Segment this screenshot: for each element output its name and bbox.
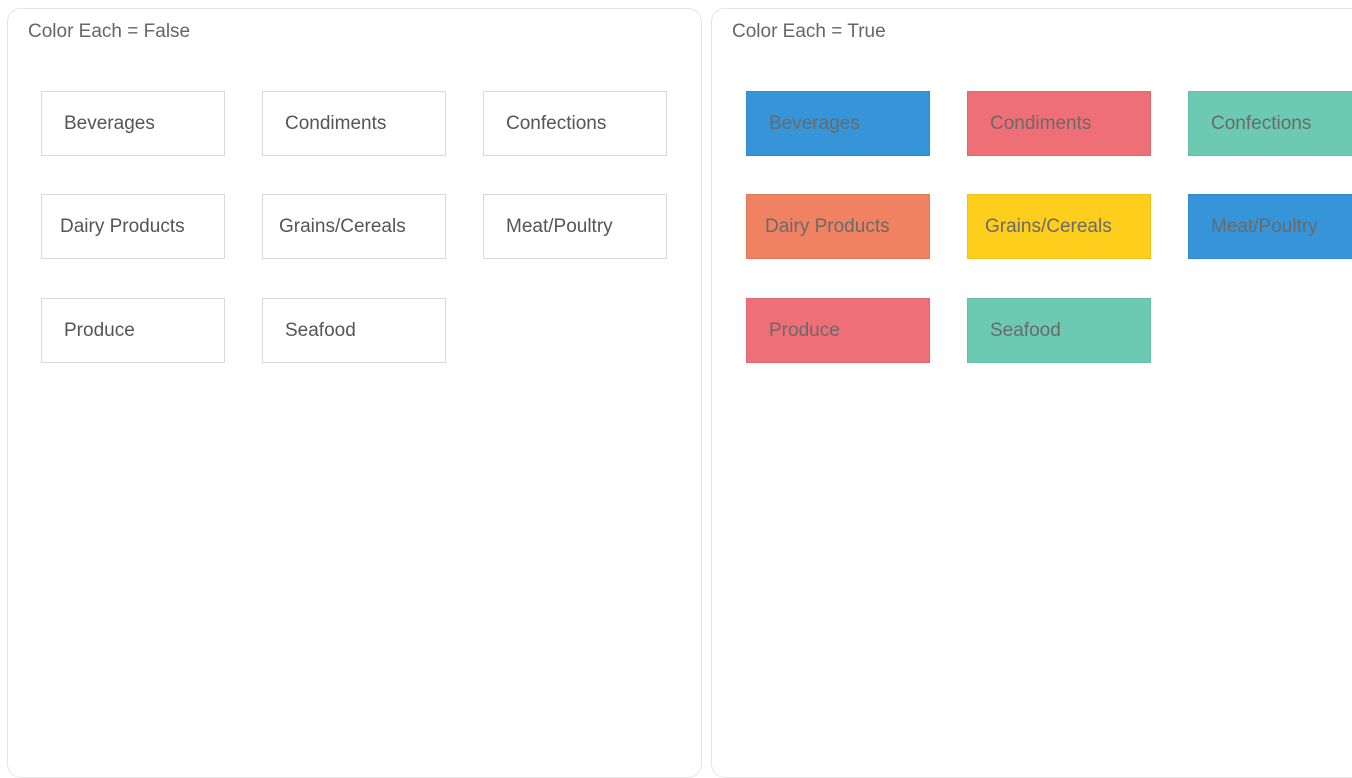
tile-label: Grains/Cereals: [985, 215, 1112, 237]
tile-condiments[interactable]: Condiments: [967, 91, 1151, 156]
panel-title: Color Each = True: [732, 21, 886, 42]
tile-label: Beverages: [64, 112, 155, 134]
tile-meat-poultry[interactable]: Meat/Poultry: [1188, 194, 1352, 259]
tile-label: Condiments: [990, 112, 1092, 134]
tile-seafood[interactable]: Seafood: [967, 298, 1151, 363]
tile-label: Condiments: [285, 112, 387, 134]
tile-confections[interactable]: Confections: [1188, 91, 1352, 156]
tile-label: Meat/Poultry: [1211, 215, 1318, 237]
panel-color-each-true: Color Each = True Beverages Condiments C…: [711, 8, 1352, 778]
tile-produce[interactable]: Produce: [746, 298, 930, 363]
tile-label: Seafood: [285, 319, 356, 341]
tile-label: Produce: [769, 319, 840, 341]
tile-seafood[interactable]: Seafood: [262, 298, 446, 363]
tile-grains-cereals[interactable]: Grains/Cereals: [967, 194, 1151, 259]
tile-label: Produce: [64, 319, 135, 341]
panel-title: Color Each = False: [28, 21, 191, 42]
tile-label: Meat/Poultry: [506, 215, 613, 237]
panel-color-each-false: Color Each = False Beverages Condiments …: [7, 8, 702, 778]
tile-dairy-products[interactable]: Dairy Products: [41, 194, 225, 259]
tile-beverages[interactable]: Beverages: [746, 91, 930, 156]
tile-grains-cereals[interactable]: Grains/Cereals: [262, 194, 446, 259]
tile-condiments[interactable]: Condiments: [262, 91, 446, 156]
tile-meat-poultry[interactable]: Meat/Poultry: [483, 194, 667, 259]
tile-produce[interactable]: Produce: [41, 298, 225, 363]
tile-label: Confections: [506, 112, 607, 134]
tile-confections[interactable]: Confections: [483, 91, 667, 156]
tile-label: Beverages: [769, 112, 860, 134]
tile-label: Dairy Products: [60, 215, 185, 237]
tile-beverages[interactable]: Beverages: [41, 91, 225, 156]
tile-label: Seafood: [990, 319, 1061, 341]
tile-label: Dairy Products: [765, 215, 890, 237]
tile-label: Grains/Cereals: [279, 215, 406, 237]
tile-dairy-products[interactable]: Dairy Products: [746, 194, 930, 259]
tile-label: Confections: [1211, 112, 1312, 134]
